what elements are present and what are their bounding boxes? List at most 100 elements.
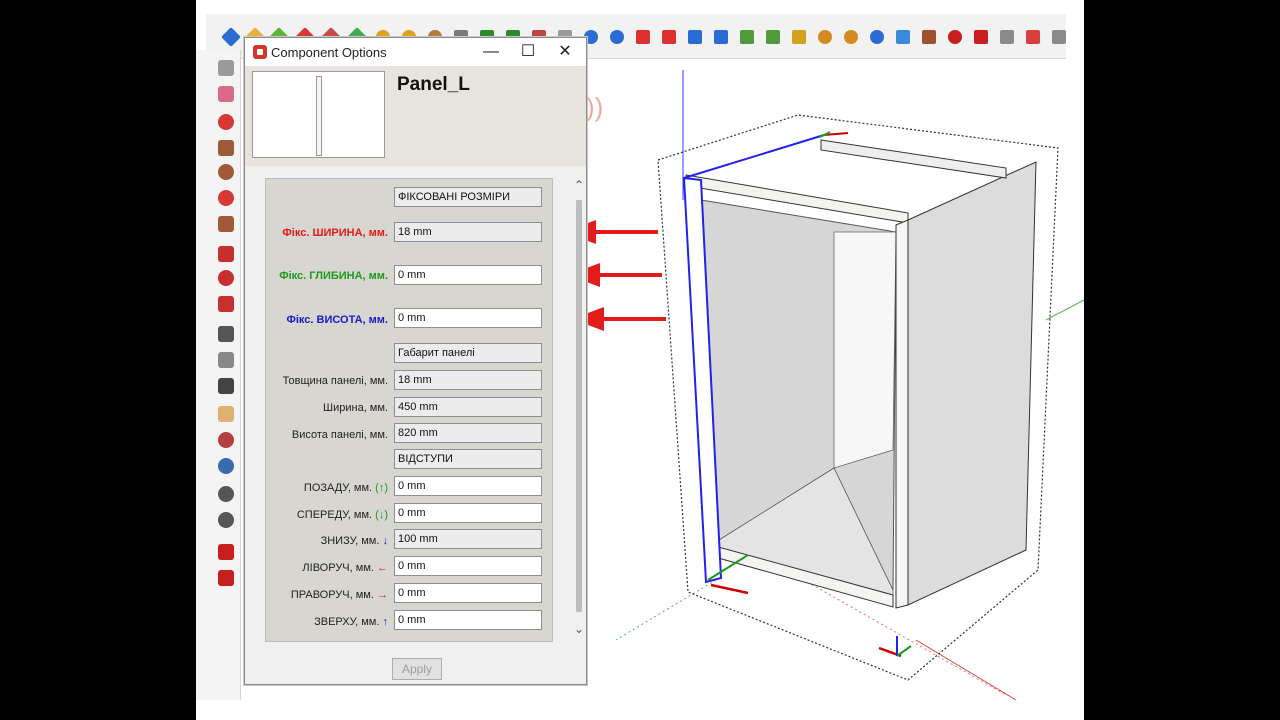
scroll-thumb[interactable] bbox=[576, 200, 582, 612]
front-offset-text: СПЕРЕДУ, мм. bbox=[296, 509, 373, 521]
zoom-extents-tool-icon[interactable] bbox=[218, 458, 234, 474]
right-offset-field[interactable]: 0 mm bbox=[394, 583, 542, 603]
fixed-dimensions-header: ФІКСОВАНІ РОЗМІРИ bbox=[394, 187, 542, 207]
offset-tool-icon[interactable] bbox=[218, 296, 234, 312]
tool-icon[interactable] bbox=[870, 30, 884, 44]
fixed-width-label: Фікс. ШИРИНА, мм. bbox=[282, 227, 388, 239]
pie-tool-icon[interactable] bbox=[218, 216, 234, 232]
bottom-offset-text: ЗНИЗУ, мм. bbox=[320, 535, 380, 547]
component-options-dialog: Component Options — ☐ ✕ Panel_L ФІКСОВАН… bbox=[244, 37, 587, 685]
arrow-down-icon: (↓) bbox=[375, 509, 388, 521]
arrow-left-icon: ← bbox=[377, 562, 388, 574]
tool-icon[interactable] bbox=[922, 30, 936, 44]
offsets-header: ВІДСТУПИ bbox=[394, 449, 542, 469]
tool-icon[interactable] bbox=[610, 30, 624, 44]
push-pull-tool-icon[interactable] bbox=[218, 246, 234, 262]
eraser-tool-icon[interactable] bbox=[218, 86, 234, 102]
select-tool-icon[interactable] bbox=[218, 60, 234, 76]
scroll-up-icon[interactable]: ⌃ bbox=[572, 178, 586, 192]
warehouse-tool-icon[interactable] bbox=[218, 544, 234, 560]
follow-me-tool-icon[interactable] bbox=[218, 270, 234, 286]
scroll-down-icon[interactable]: ⌄ bbox=[572, 622, 586, 636]
fixed-depth-label: Фікс. ГЛИБИНА, мм. bbox=[279, 270, 388, 282]
width-label: Ширина, мм. bbox=[323, 402, 388, 414]
pan-tool-icon[interactable] bbox=[218, 406, 234, 422]
look-around-tool-icon[interactable] bbox=[218, 486, 234, 502]
back-offset-label: ПОЗАДУ, мм. (↑) bbox=[304, 482, 388, 494]
bottom-offset-label: ЗНИЗУ, мм. ↓ bbox=[321, 535, 388, 547]
maximize-button[interactable]: ☐ bbox=[511, 40, 545, 64]
cabinet-right-front-edge bbox=[895, 219, 909, 609]
tool-icon[interactable] bbox=[636, 30, 650, 44]
apply-button[interactable]: Apply bbox=[392, 658, 442, 680]
fixed-depth-field[interactable]: 0 mm bbox=[394, 265, 542, 285]
circle-tool-icon[interactable] bbox=[218, 164, 234, 180]
arrow-up-icon: (↑) bbox=[375, 482, 388, 494]
move-tool-icon[interactable] bbox=[218, 326, 234, 342]
tool-icon[interactable] bbox=[818, 30, 832, 44]
tool-icon[interactable] bbox=[714, 30, 728, 44]
zoom-tool-icon[interactable] bbox=[218, 432, 234, 448]
top-offset-field[interactable]: 0 mm bbox=[394, 610, 542, 630]
text-tool-icon[interactable] bbox=[218, 352, 234, 368]
bottom-offset-field[interactable]: 100 mm bbox=[394, 529, 542, 549]
tool-icon[interactable] bbox=[688, 30, 702, 44]
dialog-title: Component Options bbox=[271, 45, 387, 60]
sketchup-app-icon bbox=[253, 45, 267, 59]
back-offset-field[interactable]: 0 mm bbox=[394, 476, 542, 496]
fixed-width-field[interactable]: 18 mm bbox=[394, 222, 542, 242]
cabinet-inner-side bbox=[833, 231, 897, 469]
thickness-field[interactable]: 18 mm bbox=[394, 370, 542, 390]
left-offset-text: ЛІВОРУЧ, мм. bbox=[302, 562, 374, 574]
tool-icon[interactable] bbox=[221, 27, 241, 47]
freehand-tool-icon[interactable] bbox=[218, 114, 234, 130]
fixed-height-label: Фікс. ВИСОТА, мм. bbox=[286, 314, 388, 326]
arrow-up-icon: ↑ bbox=[382, 616, 389, 628]
tool-icon[interactable] bbox=[844, 30, 858, 44]
component-header: Panel_L bbox=[245, 66, 586, 166]
panel-height-field[interactable]: 820 mm bbox=[394, 423, 542, 443]
component-name: Panel_L bbox=[397, 74, 470, 95]
left-offset-field[interactable]: 0 mm bbox=[394, 556, 542, 576]
right-offset-text: ПРАВОРУЧ, мм. bbox=[290, 589, 374, 601]
tool-icon[interactable] bbox=[948, 30, 962, 44]
component-option-glyph: )) bbox=[586, 92, 603, 122]
panel-preview-shape bbox=[316, 76, 322, 156]
tool-icon[interactable] bbox=[792, 30, 806, 44]
tool-icon[interactable] bbox=[896, 30, 910, 44]
tool-icon[interactable] bbox=[740, 30, 754, 44]
width-field[interactable]: 450 mm bbox=[394, 397, 542, 417]
rectangle-tool-icon[interactable] bbox=[218, 140, 234, 156]
thickness-label: Товщина панелі, мм. bbox=[282, 375, 388, 387]
tool-icon[interactable] bbox=[1026, 30, 1040, 44]
top-offset-label: ЗВЕРХУ, мм. ↑ bbox=[314, 616, 388, 628]
left-toolbar bbox=[196, 50, 241, 700]
arrow-right-icon: → bbox=[377, 589, 388, 601]
right-offset-label: ПРАВОРУЧ, мм. → bbox=[291, 589, 388, 601]
back-offset-text: ПОЗАДУ, мм. bbox=[303, 482, 373, 494]
arrow-down-icon: ↓ bbox=[382, 535, 389, 547]
component-thumbnail bbox=[252, 71, 385, 158]
front-offset-field[interactable]: 0 mm bbox=[394, 503, 542, 523]
dialog-titlebar[interactable]: Component Options — ☐ ✕ bbox=[245, 38, 586, 67]
gabarit-header: Габарит панелі bbox=[394, 343, 542, 363]
options-scrollbar[interactable]: ⌃ ⌄ bbox=[572, 178, 586, 640]
tool-icon[interactable] bbox=[1000, 30, 1014, 44]
options-form: ФІКСОВАНІ РОЗМІРИ Фікс. ШИРИНА, мм. 18 m… bbox=[265, 178, 553, 642]
fixed-height-field[interactable]: 0 mm bbox=[394, 308, 542, 328]
close-button[interactable]: ✕ bbox=[548, 40, 582, 64]
tool-icon[interactable] bbox=[766, 30, 780, 44]
tape-measure-tool-icon[interactable] bbox=[218, 378, 234, 394]
front-offset-label: СПЕРЕДУ, мм. (↓) bbox=[297, 509, 388, 521]
top-offset-text: ЗВЕРХУ, мм. bbox=[314, 616, 380, 628]
tool-icon[interactable] bbox=[1052, 30, 1066, 44]
dialog-footer: Apply bbox=[245, 654, 586, 684]
arc-tool-icon[interactable] bbox=[218, 190, 234, 206]
position-camera-tool-icon[interactable] bbox=[218, 512, 234, 528]
extension-tool-icon[interactable] bbox=[218, 570, 234, 586]
tool-icon[interactable] bbox=[974, 30, 988, 44]
minimize-button[interactable]: — bbox=[474, 40, 508, 64]
cabinet-right-panel bbox=[907, 161, 1037, 606]
tool-icon[interactable] bbox=[662, 30, 676, 44]
left-offset-label: ЛІВОРУЧ, мм. ← bbox=[302, 562, 388, 574]
